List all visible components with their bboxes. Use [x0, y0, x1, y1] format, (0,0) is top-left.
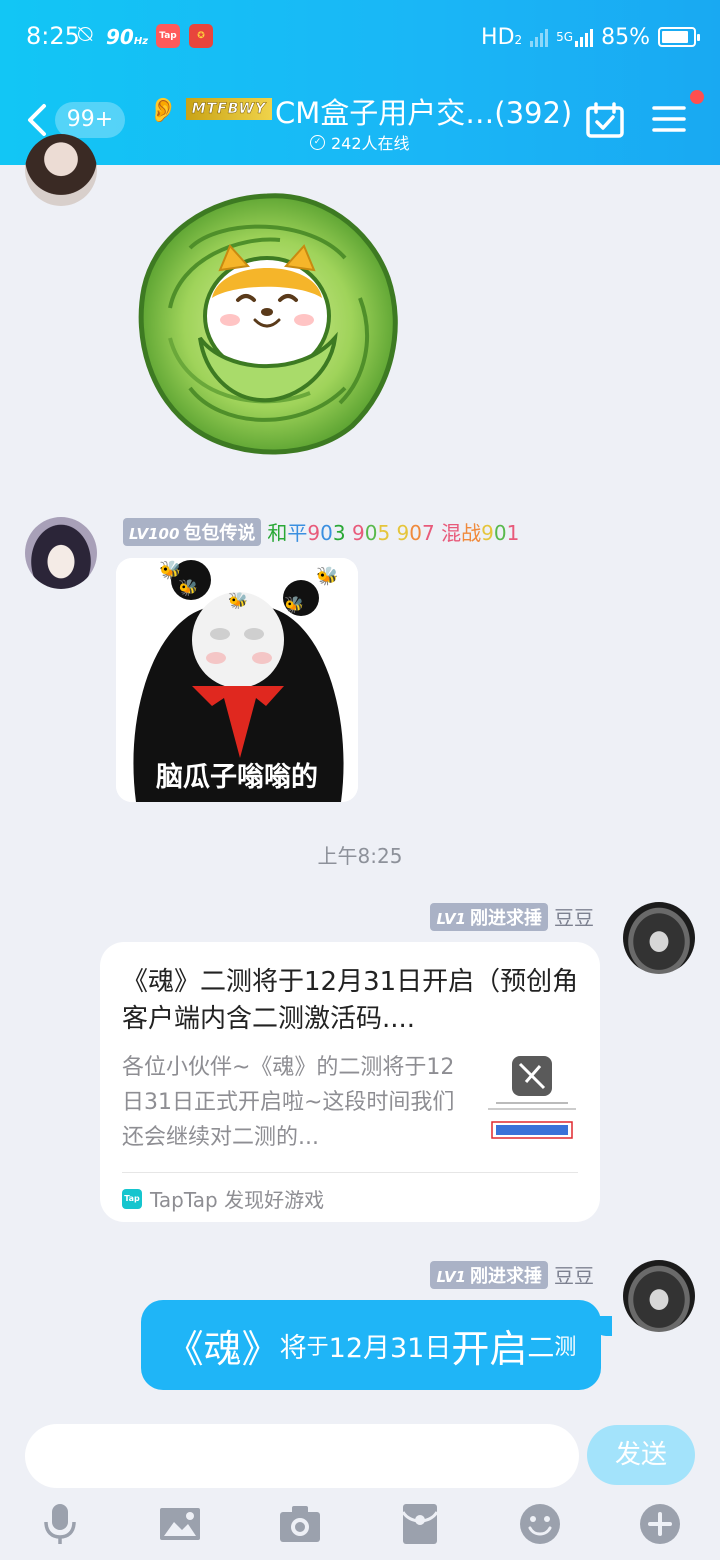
title-char: 和 — [267, 521, 288, 545]
title-char: 9 — [307, 521, 321, 545]
title-char: 9 — [345, 521, 365, 545]
group-tag-badge: MTFBWY — [186, 98, 272, 120]
battery-icon — [658, 27, 700, 47]
bubble-text-part: 开启 — [451, 1326, 528, 1371]
meme-caption: 脑瓜子嗡嗡的 — [156, 762, 318, 793]
bubble-text-part: 于 — [306, 1335, 329, 1360]
level-badge: LV100 包包传说 — [123, 517, 262, 546]
avatar[interactable] — [25, 517, 97, 589]
title-char: 0 — [493, 521, 507, 545]
message-input[interactable] — [25, 1424, 579, 1488]
unread-badge[interactable]: 99+ — [55, 102, 125, 138]
link-card-description: 各位小伙伴~《魂》的二测将于12日31日正式开启啦~这段时间我们还会继续对二测的… — [122, 1055, 455, 1150]
cell-signal-icon — [575, 27, 594, 47]
bee-icon: 🐝 — [178, 578, 198, 597]
menu-icon[interactable] — [652, 104, 686, 134]
status-time: 8:25 — [26, 22, 80, 50]
bee-icon: 🐝 — [284, 595, 304, 614]
title-char: 7 — [422, 521, 435, 545]
title-char: 0 — [409, 521, 423, 545]
bubble-text-part: 二 — [527, 1332, 555, 1364]
title-char: 1 — [506, 521, 520, 545]
level-badge: LV1 刚进求捶 — [430, 902, 548, 931]
online-count[interactable]: ✓ 242人在线 — [310, 130, 410, 154]
link-thumbnail — [486, 1052, 578, 1144]
status-bar: 8:25 ⍉ 90Hz Tap ✪ HD2 5G 85% — [0, 0, 720, 75]
taptap-app-icon: Tap — [156, 24, 180, 48]
online-text: 242人在线 — [331, 134, 410, 153]
game-app-icon: ✪ — [189, 24, 213, 48]
taptap-icon: Tap — [122, 1188, 142, 1209]
meme-image[interactable]: 🐝 🐝 🐝 🐝 🐝 脑瓜子嗡嗡的 — [116, 558, 358, 802]
cabbage-shiba-sticker[interactable] — [130, 188, 405, 460]
text-message-bubble[interactable]: 《魂》将于 12月31日 开启二测 — [141, 1300, 601, 1390]
calendar-check-icon[interactable] — [586, 102, 624, 138]
network-label: HD2 — [481, 24, 523, 50]
emoji-icon[interactable] — [518, 1502, 562, 1546]
status-right: HD2 5G 85% — [481, 22, 700, 52]
refresh-rate: 90Hz — [106, 25, 149, 49]
bubble-text-part: 测 — [554, 1335, 577, 1360]
sender-info: LV1 刚进求捶 豆豆 — [430, 902, 594, 931]
battery-percent: 85% — [601, 24, 650, 50]
mic-icon[interactable] — [38, 1502, 82, 1546]
sender-info: LV100 包包传说 和平903 905 907 混战901 — [123, 517, 519, 546]
plus-icon[interactable] — [638, 1502, 682, 1546]
title-char: 9 — [481, 521, 494, 545]
title-char: 0 — [320, 521, 333, 545]
bubble-text-part: 12月31日 — [328, 1332, 452, 1364]
link-source-label: TapTap 发现好游戏 — [150, 1188, 325, 1212]
red-packet-icon[interactable] — [398, 1502, 442, 1546]
avatar[interactable] — [623, 902, 695, 974]
wifi-signal-icon — [530, 27, 549, 47]
notification-dot — [690, 90, 704, 104]
bee-icon: 🐝 — [316, 566, 338, 587]
divider — [122, 1172, 578, 1173]
back-arrow-icon[interactable] — [24, 100, 52, 140]
timestamp: 上午8:25 — [317, 844, 403, 868]
bubble-text-part: 将 — [279, 1332, 307, 1364]
top-bar: 8:25 ⍉ 90Hz Tap ✪ HD2 5G 85% 99+ 👂 MTFBW… — [0, 0, 720, 165]
link-card-title: 《魂》二测将于12月31日开启（预创角客户端内含二测激活码.... — [122, 967, 579, 1034]
title-char: 9 — [390, 521, 410, 545]
bubble-text-part: 《魂》 — [165, 1326, 280, 1371]
link-card[interactable]: 《魂》二测将于12月31日开启（预创角客户端内含二测激活码.... 各位小伙伴~… — [100, 942, 600, 1222]
mute-alarm-icon: ⍉ — [78, 20, 93, 48]
level-badge: LV1 刚进求捶 — [430, 1260, 548, 1289]
title-char: 战 — [461, 521, 482, 545]
title-char: 5 — [377, 521, 391, 545]
link-source: Tap TapTap 发现好游戏 — [122, 1184, 324, 1213]
member-title: 和平903 905 907 混战901 — [267, 517, 519, 546]
sender-name: 豆豆 — [554, 906, 594, 930]
sender-info: LV1 刚进求捶 豆豆 — [430, 1260, 594, 1289]
avatar[interactable] — [623, 1260, 695, 1332]
chat-title[interactable]: CM盒子用户交…(392) — [275, 90, 572, 132]
avatar[interactable] — [25, 134, 97, 206]
title-char: 混 — [434, 521, 462, 545]
online-check-icon: ✓ — [310, 134, 325, 150]
sender-name: 豆豆 — [554, 1264, 594, 1288]
bee-icon: 🐝 — [228, 591, 248, 610]
net-type: 5G — [556, 30, 574, 44]
title-char: 平 — [287, 521, 308, 545]
send-button[interactable]: 发送 — [587, 1425, 695, 1485]
title-char: 0 — [364, 521, 378, 545]
ear-icon[interactable]: 👂 — [148, 96, 178, 124]
title-char: 3 — [332, 521, 346, 545]
image-icon[interactable] — [158, 1502, 202, 1546]
camera-icon[interactable] — [278, 1502, 322, 1546]
